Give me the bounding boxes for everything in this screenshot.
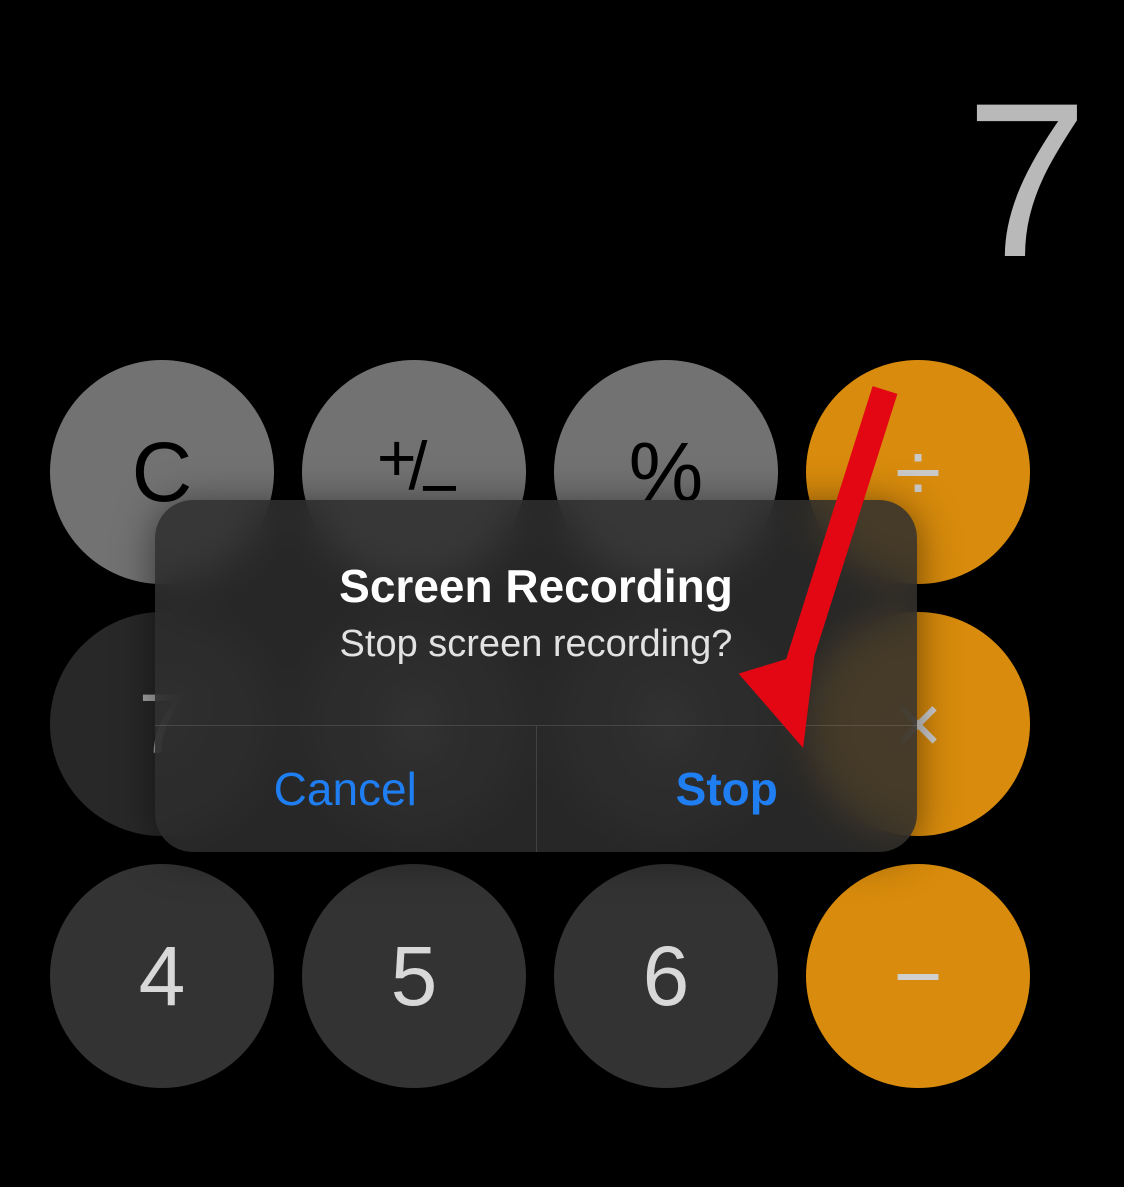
dialog-title: Screen Recording xyxy=(339,559,733,613)
modal-overlay: Screen Recording Stop screen recording? … xyxy=(0,0,1124,1187)
screen-recording-dialog: Screen Recording Stop screen recording? … xyxy=(155,500,917,852)
cancel-button[interactable]: Cancel xyxy=(155,726,536,852)
dialog-message: Stop screen recording? xyxy=(340,623,733,666)
dialog-content: Screen Recording Stop screen recording? xyxy=(155,500,917,726)
stop-button[interactable]: Stop xyxy=(536,726,918,852)
calculator-screen: 7 C +/− % ÷ 7 8 9 × 4 5 6 − xyxy=(0,0,1124,1187)
dialog-buttons: Cancel Stop xyxy=(155,726,917,852)
